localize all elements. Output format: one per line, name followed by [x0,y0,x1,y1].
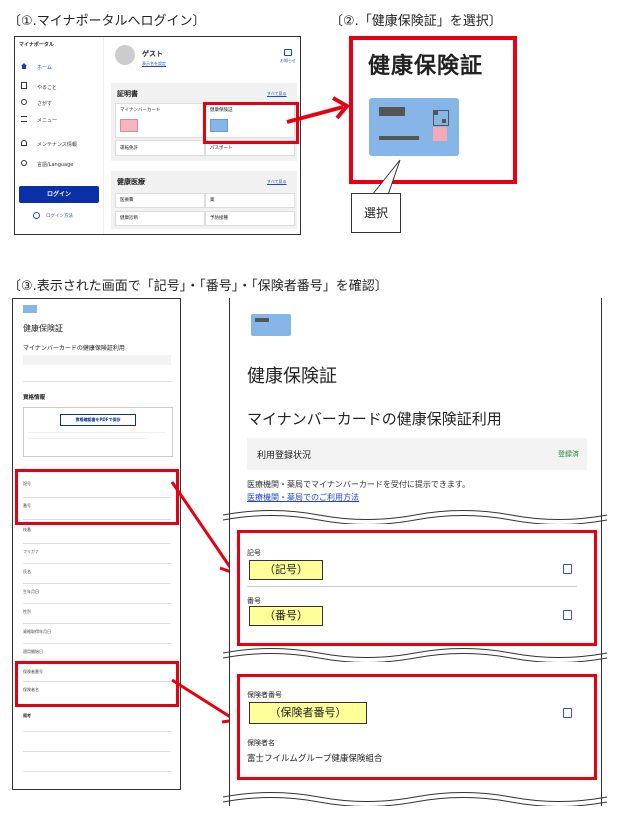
callout-pointer [371,159,401,196]
kigo-label: 記号 [247,549,261,557]
qualification-box: 資格確認書をPDFで保存 [23,407,173,457]
registration-row: 利用登録状況 登録済 [247,438,587,470]
copy-kigo-icon[interactable] [563,564,572,574]
nav-home[interactable]: ホーム [21,63,52,71]
left-section: 資格情報 [23,395,46,401]
login-howto-link[interactable]: ログイン方法 [33,212,73,219]
card-icon [251,314,291,336]
health-card-illustration [369,98,459,156]
set-display-name-link[interactable]: 表示名を設定 [142,61,166,67]
copy-insurer-no-icon[interactable] [563,708,572,718]
sidebar: マイナポータル ホーム やること さがす メニュー メンテナンス情報 言語/La… [15,37,104,234]
vaccination-tile[interactable]: 予防接種 [205,211,295,226]
highlight-kigo-bango-small [15,469,179,525]
detail-title: 健康保険証 [247,366,337,387]
insurer-no-label: 保険者番号 [247,691,282,699]
step1-title: 〔①.マイナポータルへログイン〕 [8,14,206,29]
bango-label: 番号 [247,597,261,605]
break-wave-1 [223,510,608,524]
detail-subtitle: マイナンバーカードの健康保険証利用 [247,410,502,428]
home-icon [21,63,27,69]
left-subtitle: マイナンバーカードの健康保険証利用 [23,345,125,352]
insurer-name-value: 富士フイルムグループ健康保険組合 [247,754,383,764]
nav-language[interactable]: 言語/Language [21,160,73,168]
usage-link[interactable]: 医療機関・薬局でのご利用方法 [247,492,359,503]
arrow-to-zoom [286,96,351,124]
search-icon [21,99,27,105]
portal-home-screenshot: マイナポータル ホーム やること さがす メニュー メンテナンス情報 言語/La… [14,36,301,235]
medicine-tile[interactable]: 薬 [205,193,295,208]
detail-screen-thumbnail: 健康保険証 マイナンバーカードの健康保険証利用 資格情報 資格確認書をPDFで保… [12,298,181,790]
pdf-save-button[interactable]: 資格確認書をPDFで保存 [60,414,136,426]
bell-icon [21,140,27,146]
detail-screen-enlarged: 健康保険証 マイナンバーカードの健康保険証利用 利用登録状況 登録済 医療機関・… [223,298,608,806]
kigo-value: （記号） [249,560,323,580]
insurer-no-value: （保険者番号） [249,702,367,724]
checkup-tile[interactable]: 健康診断 [115,211,205,226]
insurer-name-label: 保険者名 [247,739,275,747]
nav-menu[interactable]: メニュー [21,116,57,124]
mynumber-card-icon [120,119,138,132]
medical-cost-tile[interactable]: 医療費 [115,193,205,208]
registration-status: 登録済 [558,450,579,458]
see-all-health-link[interactable]: すべて見る [267,179,287,185]
bango-value: （番号） [249,606,323,626]
nav-maintenance[interactable]: メンテナンス情報 [21,140,77,148]
login-button[interactable]: ログイン [19,186,99,203]
driver-license-tile[interactable]: 運転免許 [115,140,205,156]
menu-icon [21,116,27,122]
notification-button[interactable]: お知らせ [280,49,296,64]
avatar [115,45,135,65]
nav-todo[interactable]: やること [21,82,57,91]
copy-bango-icon[interactable] [563,610,572,620]
user-name: ゲスト [142,50,163,58]
left-title: 健康保険証 [23,324,63,333]
highlight-insurer-small [15,661,179,707]
notification-icon [283,49,292,56]
break-wave-3 [223,792,608,806]
clipboard-icon [21,82,27,89]
see-all-certificates-link[interactable]: すべて見る [267,91,287,97]
step2-title: 〔②.「健康保険証」を選択〕 [330,14,502,29]
mynumber-card-tile[interactable]: マイナンバーカード [115,103,205,138]
nav-search[interactable]: さがす [21,99,52,107]
zoom-title: 健康保険証 [368,54,484,79]
health-section: 健康医療 すべて見る 医療費 薬 健康診断 予防接種 [111,171,297,229]
section-title-health: 健康医療 [117,178,145,186]
card-icon-small [23,305,37,313]
step3-title: 〔③.表示された画面で「記号」・「番号」・「保険者番号」を確認〕 [8,279,388,294]
highlight-kigo-bango [237,530,597,646]
globe-icon [21,160,27,166]
section-title-certificates: 証明書 [117,90,138,98]
select-callout: 選択 [351,193,401,233]
break-wave-2 [223,648,608,662]
question-icon [33,212,40,219]
brand-logo: マイナポータル [19,42,54,48]
highlight-insurer [237,674,597,780]
